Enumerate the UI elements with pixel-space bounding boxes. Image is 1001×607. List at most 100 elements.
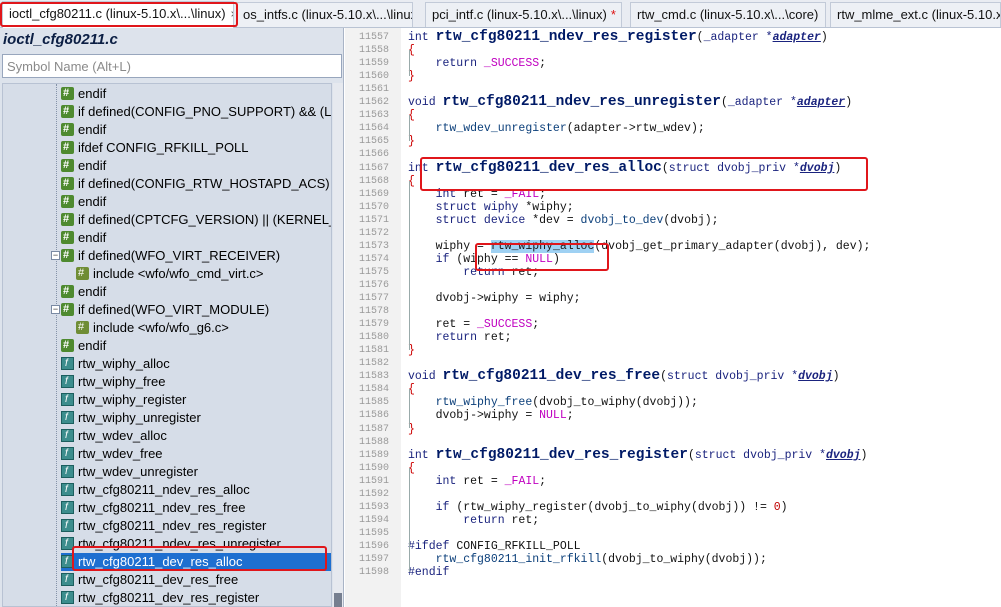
symbol-item-directive[interactable]: ifdef CONFIG_RFKILL_POLL (61, 138, 331, 157)
code-text: int rtw_cfg80211_dev_res_register(struct… (408, 447, 867, 462)
code-line[interactable]: 11596 #ifdef CONFIG_RFKILL_POLL (345, 540, 1001, 553)
scrollbar-thumb[interactable] (334, 593, 342, 607)
code-token: _adapter * (703, 31, 773, 44)
line-number: 11584 (359, 384, 390, 396)
symbol-item-function[interactable]: rtw_wdev_alloc (61, 427, 331, 445)
code-line[interactable]: 11583 void rtw_cfg80211_dev_res_free(stru… (345, 368, 1001, 385)
function-icon (61, 481, 74, 499)
directive-icon (61, 210, 74, 228)
code-line[interactable]: 11590{ (345, 462, 1001, 475)
tab-pci-intf[interactable]: pci_intf.c (linux-5.10.x\...\linux) * (425, 2, 622, 27)
code-token: int (408, 31, 436, 44)
code-line[interactable]: 11592 (345, 488, 1001, 501)
function-name: rtw_cfg80211_dev_res_free (442, 368, 661, 385)
symbol-item-directive[interactable]: if defined(CPTCFG_VERSION) || (KERNEL_VI (61, 210, 331, 229)
symbol-item-function[interactable]: rtw_cfg80211_ndev_res_free (61, 499, 331, 517)
symbol-item-directive[interactable]: endif (61, 192, 331, 211)
code-token: adapter (796, 96, 846, 110)
symbol-item-directive[interactable]: include <wfo/wfo_g6.c> (76, 318, 331, 337)
symbol-tree-scrollbar[interactable] (333, 83, 343, 607)
line-number: 11577 (359, 293, 390, 304)
symbol-search-input[interactable] (2, 54, 342, 78)
line-number: 11561 (359, 84, 390, 96)
code-line[interactable]: 11598 #endif (345, 566, 1001, 579)
code-line[interactable]: 11560} (345, 70, 1001, 83)
symbol-item-function[interactable]: rtw_wiphy_free (61, 373, 331, 391)
code-text: return _SUCCESS; (408, 57, 546, 70)
code-line[interactable]: 11584{ (345, 383, 1001, 396)
code-line[interactable]: 11579 ret = _SUCCESS; (345, 318, 1001, 331)
code-line[interactable]: 11587} (345, 423, 1001, 436)
code-line[interactable]: 11591 int ret = _FAIL; (345, 475, 1001, 488)
code-line[interactable]: 11574 if (wiphy == NULL) (345, 253, 1001, 266)
tab-rtw-cmd[interactable]: rtw_cmd.c (linux-5.10.x\...\core) (630, 2, 826, 27)
symbol-item-function[interactable]: rtw_cfg80211_ndev_res_register (61, 517, 331, 535)
symbol-item-label: endif (78, 230, 107, 245)
code-line[interactable]: 11594 return ret; (345, 514, 1001, 527)
symbol-item-directive[interactable]: endif (61, 120, 331, 139)
collapse-toggle-icon[interactable]: − (51, 251, 60, 260)
collapse-toggle-icon[interactable]: − (51, 305, 60, 314)
line-number: 11582 (359, 358, 390, 370)
code-token: return (408, 513, 512, 527)
code-line[interactable]: 11559 return _SUCCESS; (345, 57, 1001, 70)
symbol-item-function[interactable]: rtw_wiphy_register (61, 391, 331, 409)
symbol-item-function[interactable]: rtw_cfg80211_dev_res_register (61, 589, 331, 606)
symbol-item-directive[interactable]: endif (61, 84, 331, 103)
symbol-item-function[interactable]: rtw_wiphy_alloc (61, 355, 331, 373)
code-editor[interactable]: 11557 int rtw_cfg80211_ndev_res_register(… (345, 28, 1001, 607)
tab-rtw-mlme-ext[interactable]: rtw_mlme_ext.c (linux-5.10.x\ (830, 2, 1001, 27)
code-line[interactable]: 11576 (345, 279, 1001, 292)
code-line[interactable]: 11595 (345, 527, 1001, 540)
function-icon (61, 589, 74, 606)
code-line[interactable]: 11558{ (345, 44, 1001, 57)
code-token: ret = (463, 474, 505, 488)
symbol-item-directive[interactable]: if defined(WFO_VIRT_RECEIVER) (61, 246, 331, 265)
code-line[interactable]: 11593 if (rtw_wiphy_register(dvobj_to_wi… (345, 501, 1001, 514)
symbol-item-label: endif (78, 86, 107, 101)
code-line[interactable]: 11597 rtw_cfg80211_init_rfkill(dvobj_to_… (345, 553, 1001, 566)
code-line[interactable]: 11580 return ret; (345, 331, 1001, 344)
code-line[interactable]: 11571 struct device *dev = dvobj_to_dev(… (345, 214, 1001, 227)
code-line[interactable]: 11586 dvobj->wiphy = NULL; (345, 409, 1001, 422)
symbol-item-function[interactable]: rtw_cfg80211_ndev_res_alloc (61, 481, 331, 499)
symbol-item-directive[interactable]: endif (61, 282, 331, 301)
symbol-item-function[interactable]: rtw_wdev_unregister (61, 463, 331, 481)
symbol-item-directive[interactable]: endif (61, 228, 331, 247)
directive-icon (61, 138, 74, 156)
code-line[interactable]: 11563{ (345, 109, 1001, 122)
code-line[interactable]: 11562 void rtw_cfg80211_ndev_res_unregist… (345, 95, 1001, 110)
symbol-item-label: rtw_cfg80211_dev_res_free (78, 572, 239, 587)
code-line[interactable]: 11557 int rtw_cfg80211_ndev_res_register(… (345, 30, 1001, 45)
code-token: ( (660, 370, 667, 384)
code-line[interactable]: 11578 (345, 305, 1001, 318)
tab-os-intfs[interactable]: os_intfs.c (linux-5.10.x\...\linux) (236, 2, 413, 27)
symbol-item-directive[interactable]: if defined(CONFIG_PNO_SUPPORT) && (LI (61, 102, 331, 121)
code-line[interactable]: 11577 dvobj->wiphy = wiphy; (345, 292, 1001, 305)
symbol-item-directive[interactable]: endif (61, 156, 331, 175)
directive-icon (61, 192, 74, 210)
code-token: struct dvobj_priv * (694, 448, 826, 462)
function-icon (61, 427, 74, 445)
symbol-item-directive[interactable]: include <wfo/wfo_cmd_virt.c> (76, 264, 331, 283)
code-token: void (408, 370, 443, 384)
code-text: return ret; (408, 514, 539, 527)
code-line[interactable]: 11589 int rtw_cfg80211_dev_res_register(s… (345, 447, 1001, 462)
symbol-item-directive[interactable]: endif (61, 336, 331, 355)
code-line[interactable]: 11575 return ret; (345, 266, 1001, 279)
code-line[interactable]: 11570 struct wiphy *wiphy; (345, 201, 1001, 214)
symbol-item-function[interactable]: rtw_wdev_free (61, 445, 331, 463)
symbol-item-directive[interactable]: if defined(WFO_VIRT_MODULE) (61, 300, 331, 319)
code-line[interactable]: 11585 rtw_wiphy_free(dvobj_to_wiphy(dvob… (345, 396, 1001, 409)
code-line[interactable]: 11581} (345, 344, 1001, 357)
code-line[interactable]: 11572 (345, 227, 1001, 240)
code-line[interactable]: 11565} (345, 135, 1001, 148)
code-text: void rtw_cfg80211_ndev_res_unregister(_a… (408, 95, 852, 110)
code-token: _SUCCESS (483, 57, 540, 71)
code-token: wiphy (483, 200, 526, 214)
code-line[interactable]: 11564 rtw_wdev_unregister(adapter->rtw_w… (345, 122, 1001, 135)
code-line[interactable]: 11573 wiphy = rtw_wiphy_alloc(dvobj_get_… (345, 239, 1001, 253)
symbol-item-function[interactable]: rtw_cfg80211_dev_res_free (61, 571, 331, 589)
symbol-item-directive[interactable]: if defined(CONFIG_RTW_HOSTAPD_ACS) & (61, 174, 331, 193)
symbol-item-function[interactable]: rtw_wiphy_unregister (61, 409, 331, 427)
